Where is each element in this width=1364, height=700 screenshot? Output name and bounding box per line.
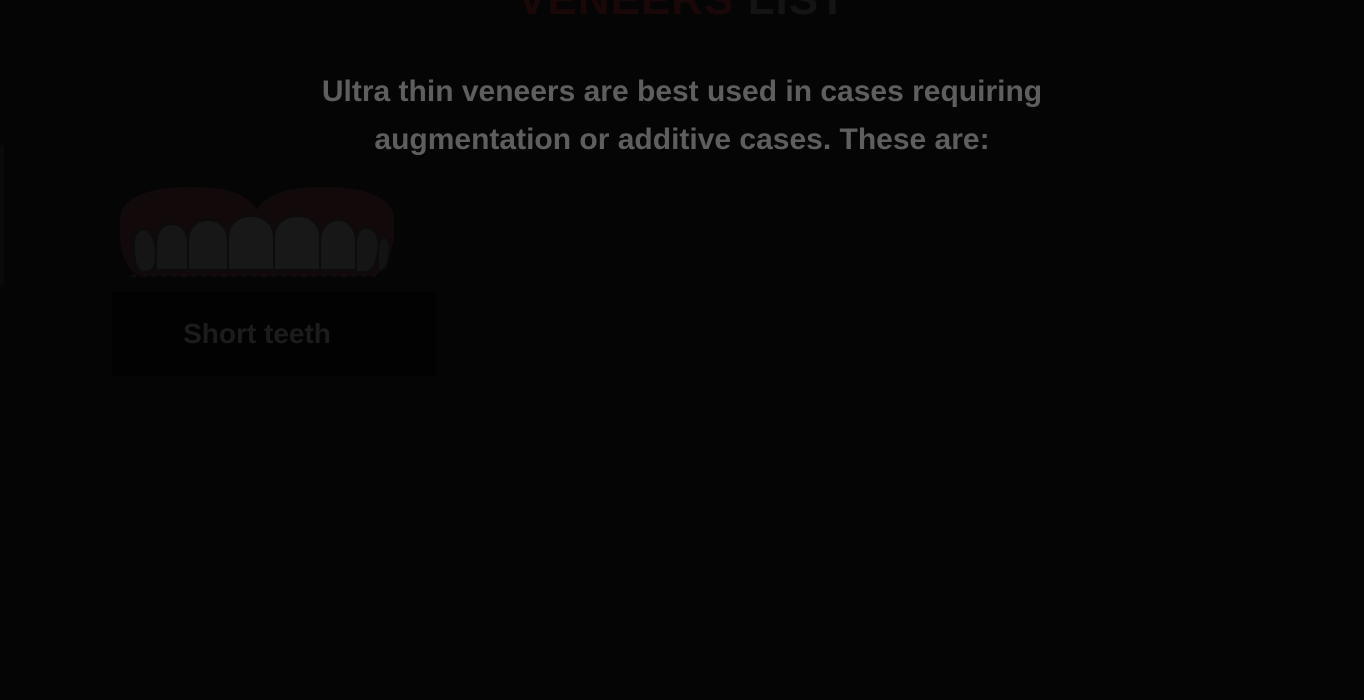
section-heading-rest: LIST [748,0,847,24]
intro-line-1: Ultra thin veneers are best used in case… [321,75,1043,108]
teeth-icon [120,186,394,278]
card-label: Short teeth [183,318,331,349]
left-edge-bar [0,145,4,285]
section-heading: VENEERS LIST [0,0,1364,22]
intro-line-2: augmentation or additive cases. These ar… [374,123,990,156]
page: VENEERS LIST Ultra thin veneers are best… [0,0,1364,700]
section-heading-accent: VENEERS [517,0,734,24]
card-short-teeth[interactable]: Short teeth [112,180,436,376]
card-label-box: Short teeth [112,292,436,376]
intro-paragraph: Ultra thin veneers are best used in case… [282,68,1082,164]
